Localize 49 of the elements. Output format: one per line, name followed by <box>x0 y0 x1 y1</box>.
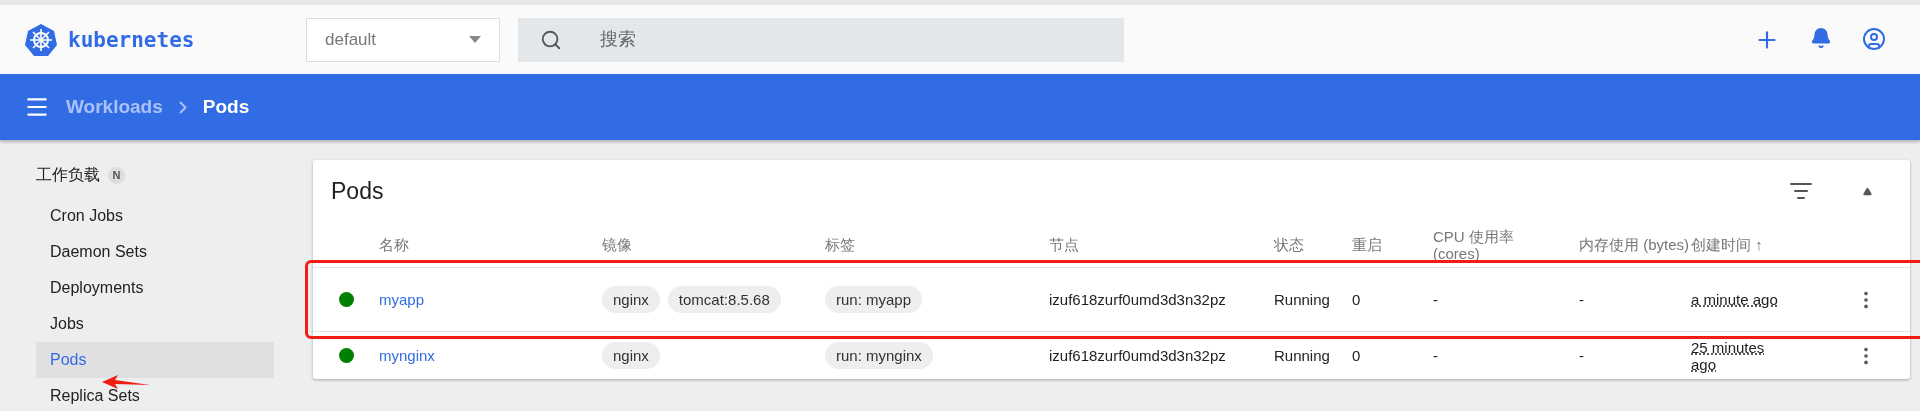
created-time: 25 minutes ago <box>1691 338 1766 373</box>
status-cell-text: Running <box>1274 291 1331 308</box>
sidebar-item[interactable]: Replica Sets <box>36 378 274 411</box>
search-icon <box>540 28 562 51</box>
namespace-select[interactable]: default <box>306 17 500 62</box>
column-header[interactable]: 标签 <box>825 236 945 253</box>
search-field[interactable]: 搜索 <box>518 17 1124 62</box>
breadcrumb-link[interactable]: Workloads <box>66 96 163 118</box>
column-header[interactable]: CPU 使用率 (cores) <box>1433 227 1553 262</box>
column-header[interactable]: 节点 <box>1049 236 1169 253</box>
pod-link[interactable]: myapp <box>379 290 425 308</box>
label-chip: run: mynginx <box>825 342 933 369</box>
breadcrumb-link[interactable]: Pods <box>202 96 250 118</box>
image-chip: nginx <box>602 342 660 369</box>
column-header[interactable]: 创建时间 ↑ <box>1691 236 1811 253</box>
column-header[interactable]: 内存使用 (bytes) <box>1579 236 1691 253</box>
created-time: a minute ago <box>1691 291 1779 308</box>
helm-wheel-icon <box>24 22 58 57</box>
memory-cell-text: - <box>1579 291 1585 308</box>
label-chip: run: myapp <box>825 286 923 313</box>
column-header[interactable]: 状态 <box>1274 236 1352 253</box>
sidebar-item[interactable]: Pods <box>36 342 274 378</box>
card-title: Pods <box>331 177 384 205</box>
restarts-cell-text: 0 <box>1352 347 1362 364</box>
collapse-icon[interactable] <box>1863 186 1872 196</box>
sidebar-item[interactable]: Deployments <box>36 270 274 306</box>
restarts-cell-text: 0 <box>1352 291 1362 308</box>
column-header[interactable]: 重启 <box>1352 236 1433 253</box>
sidebar-item[interactable]: Cron Jobs <box>36 198 274 234</box>
memory-cell-text: - <box>1579 347 1585 364</box>
image-chip: tomcat:8.5.68 <box>667 286 781 313</box>
chevron-icon <box>178 100 187 114</box>
bell-icon[interactable] <box>1810 26 1832 49</box>
sidebar-section-title: 工作负载 <box>36 164 100 185</box>
node-cell-text: izuf618zurf0umd3d3n32pz <box>1049 291 1227 308</box>
namespace-badge: N <box>108 166 125 184</box>
account-icon[interactable] <box>1862 26 1886 51</box>
sidebar-item[interactable]: Jobs <box>36 306 274 342</box>
image-chip: nginx <box>602 286 660 313</box>
column-header[interactable]: 名称 <box>379 236 499 253</box>
status-cell-text: Running <box>1274 347 1331 364</box>
node-cell-text: izuf618zurf0umd3d3n32pz <box>1049 347 1227 364</box>
cpu-cell-text: - <box>1433 291 1439 308</box>
column-header[interactable]: 镜像 <box>602 236 722 253</box>
sidebar-item[interactable]: Daemon Sets <box>36 234 274 270</box>
cpu-cell-text: - <box>1433 347 1439 364</box>
logo-text[interactable]: kubernetes <box>68 27 195 52</box>
caret-icon <box>469 36 481 43</box>
pod-link[interactable]: mynginx <box>379 346 435 364</box>
